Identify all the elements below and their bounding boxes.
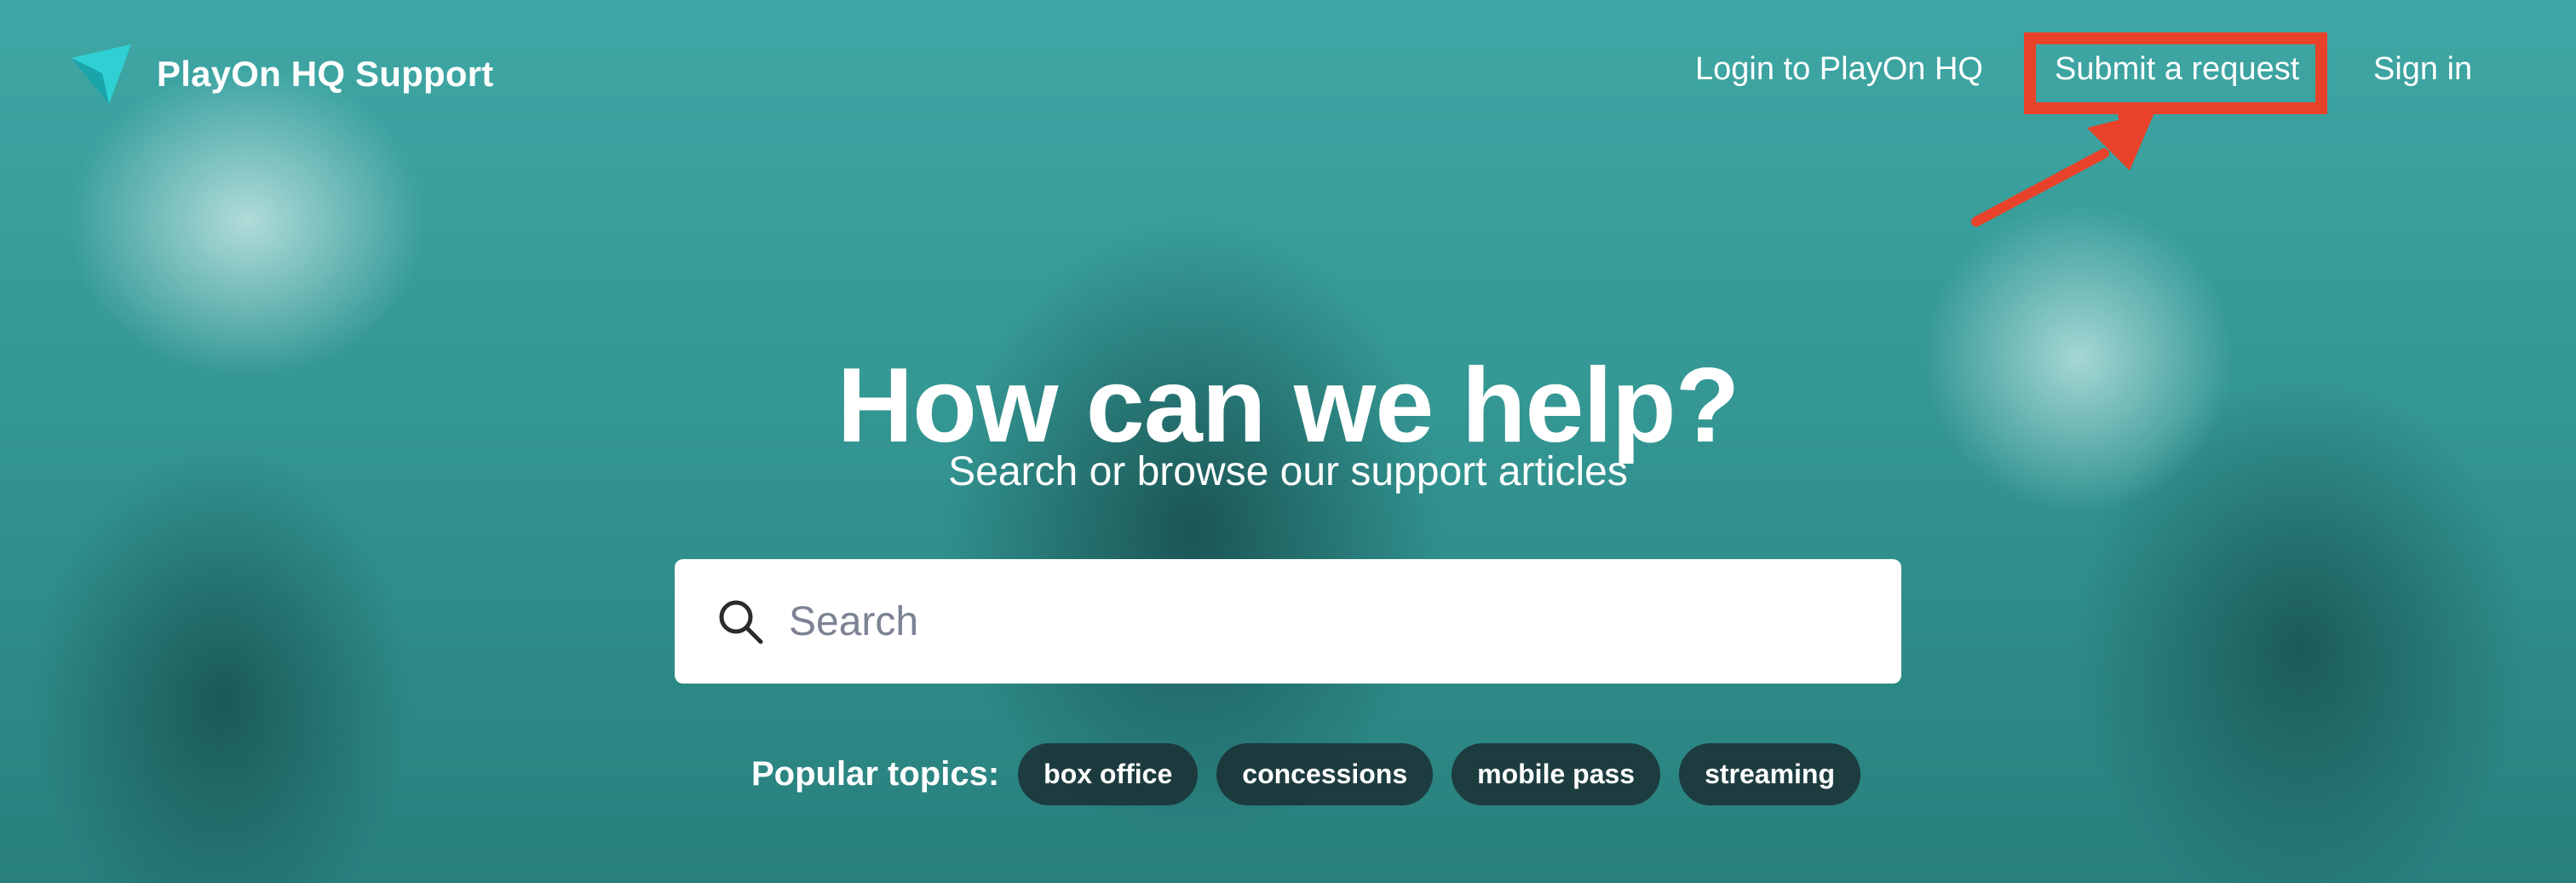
popular-topics: Popular topics: box office concessions m… <box>751 743 1879 805</box>
sign-in-link[interactable]: Sign in <box>2373 51 2472 88</box>
page-subtitle: Search or browse our support articles <box>948 449 1628 494</box>
topic-chip-mobile-pass[interactable]: mobile pass <box>1452 743 1661 805</box>
search-icon <box>719 600 763 644</box>
popular-topics-label: Popular topics: <box>751 755 1000 793</box>
search-input[interactable] <box>787 597 1813 646</box>
topic-chip-streaming[interactable]: streaming <box>1679 743 1861 805</box>
arrow-icon <box>1971 111 2155 227</box>
topic-chip-concessions[interactable]: concessions <box>1216 743 1434 805</box>
brand-name: PlayOn HQ Support <box>157 54 494 94</box>
paper-plane-icon <box>72 44 131 104</box>
login-link[interactable]: Login to PlayOn HQ <box>1695 51 1983 88</box>
search-bar <box>675 559 1901 684</box>
brand-logo-link[interactable]: PlayOn HQ Support <box>68 41 493 107</box>
topic-chip-box-office[interactable]: box office <box>1018 743 1199 805</box>
